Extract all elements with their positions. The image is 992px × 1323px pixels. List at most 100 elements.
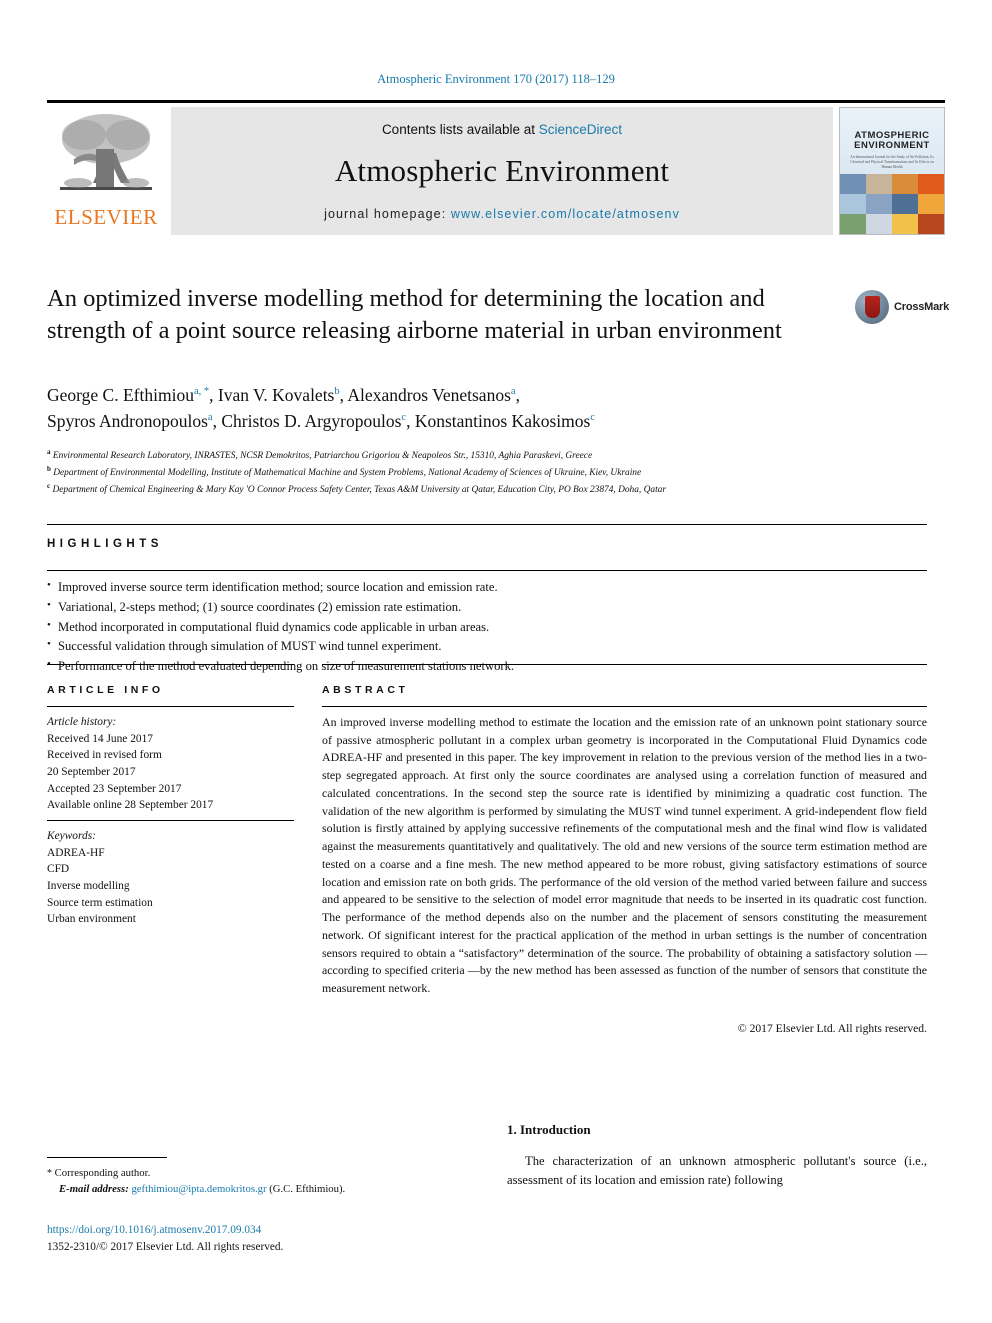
keywords-block: Keywords: ADREA-HF CFD Inverse modelling… (47, 828, 297, 928)
highlight-item: Successful validation through simulation… (47, 636, 927, 657)
keywords-top-rule (47, 820, 294, 821)
author-4: Spyros Andronopoulosa (47, 411, 213, 431)
author-6-marks[interactable]: c (590, 412, 595, 423)
abstract-copyright: © 2017 Elsevier Ltd. All rights reserved… (737, 1022, 927, 1035)
affiliation-b-text: Department of Environmental Modelling, I… (53, 467, 642, 478)
keywords-label: Keywords: (47, 830, 96, 842)
page-title: An optimized inverse modelling method fo… (47, 285, 782, 344)
author-3: Alexandros Venetsanosa (347, 385, 515, 405)
elsevier-wordmark: ELSEVIER (54, 205, 158, 229)
sciencedirect-link[interactable]: ScienceDirect (539, 122, 622, 137)
author-3-marks[interactable]: a (511, 386, 516, 397)
affiliation-b-mark: b (47, 464, 51, 473)
affiliation-a-text: Environmental Research Laboratory, INRAS… (52, 451, 593, 462)
author-2-marks[interactable]: b (334, 386, 339, 397)
author-5: Christos D. Argyropoulosc (221, 411, 406, 431)
email-link[interactable]: gefthimiou@ipta.demokritos.gr (131, 1183, 266, 1195)
cover-title: ATMOSPHERIC ENVIRONMENT (840, 129, 944, 152)
email-suffix: (G.C. Efthimiou). (269, 1183, 346, 1196)
homepage-url-link[interactable]: www.elsevier.com/locate/atmosenv (451, 207, 680, 221)
cover-subtitle: An International Journal for the Study o… (850, 154, 934, 170)
email-line: E-mail address: gefthimiou@ipta.demokrit… (47, 1181, 477, 1197)
author-6: Konstantinos Kakosimosc (415, 411, 595, 431)
author-6-name: Konstantinos Kakosimos (414, 411, 591, 432)
corresponding-author-footnote: * Corresponding author. E-mail address: … (47, 1165, 477, 1197)
author-1-name: George C. Efthimiou (47, 385, 194, 405)
corresponding-author-line: * Corresponding author. (47, 1165, 477, 1181)
journal-title: Atmospheric Environment (334, 152, 670, 188)
introduction-paragraph-text: The characterization of an unknown atmos… (507, 1154, 927, 1187)
introduction-paragraph: The characterization of an unknown atmos… (507, 1152, 927, 1190)
article-history-item: 20 September 2017 (47, 765, 136, 778)
abstract-top-rule (322, 664, 927, 665)
contents-available-line: Contents lists available at ScienceDirec… (382, 122, 622, 137)
highlights-heading: HIGHLIGHTS (47, 538, 163, 550)
affiliation-a-mark: a (47, 448, 51, 456)
paper-page: Atmospheric Environment 170 (2017) 118–1… (0, 0, 992, 1323)
contents-prefix: Contents lists available at (381, 121, 539, 137)
affiliation-a: a Environmental Research Laboratory, INR… (47, 447, 927, 464)
elsevier-logo: ELSEVIER (47, 107, 165, 235)
doi-link[interactable]: https://doi.org/10.1016/j.atmosenv.2017.… (47, 1222, 477, 1239)
affiliation-b: b Department of Environmental Modelling,… (47, 464, 927, 481)
author-4-marks[interactable]: a (208, 412, 213, 423)
email-label: E-mail address: (59, 1183, 129, 1196)
crossmark-icon (855, 290, 889, 324)
author-list: George C. Efthimioua, *, Ivan V. Kovalet… (47, 385, 595, 432)
doi-footer: https://doi.org/10.1016/j.atmosenv.2017.… (47, 1222, 477, 1256)
footnote-rule (47, 1157, 167, 1158)
crossmark-badge[interactable]: CrossMark (855, 287, 949, 327)
cover-title-line1: ATMOSPHERIC (854, 129, 930, 141)
running-head: Atmospheric Environment 170 (2017) 118–1… (377, 72, 615, 86)
author-1: George C. Efthimioua, * (47, 385, 209, 405)
keyword-item: Source term estimation (47, 896, 153, 909)
author-5-marks[interactable]: c (401, 412, 406, 423)
article-info-rule-2 (47, 706, 294, 707)
highlight-item: Variational, 2-steps method; (1) source … (47, 597, 927, 618)
cover-photo-grid (840, 173, 944, 234)
article-history: Article history: Received 14 June 2017 R… (47, 714, 297, 814)
corresponding-star: * (47, 1168, 52, 1179)
affiliation-c-mark: c (47, 481, 51, 490)
crossmark-label: CrossMark (894, 301, 950, 313)
article-history-label: Article history: (47, 716, 117, 728)
article-info-heading: ARTICLE INFO (47, 684, 164, 696)
homepage-prefix: journal homepage: (324, 206, 451, 221)
affiliation-list: a Environmental Research Laboratory, INR… (47, 447, 927, 497)
affiliation-c-text: Department of Chemical Engineering & Mar… (52, 484, 667, 495)
highlights-top-rule (47, 524, 927, 525)
keyword-item: Inverse modelling (47, 879, 130, 892)
journal-masthead: ELSEVIER Contents lists available at Sci… (47, 100, 945, 235)
issn-copyright-line: 1352-2310/© 2017 Elsevier Ltd. All right… (47, 1240, 284, 1253)
journal-cover-thumbnail: ATMOSPHERIC ENVIRONMENT An International… (839, 107, 945, 235)
article-history-item: Received in revised form (47, 749, 162, 762)
abstract-rule-2 (322, 706, 927, 707)
highlight-item: Improved inverse source term identificat… (47, 577, 927, 598)
article-title-block: An optimized inverse modelling method fo… (47, 283, 837, 347)
author-4-name: Spyros Andronopoulos (47, 411, 208, 432)
article-history-item: Accepted 23 September 2017 (47, 782, 182, 795)
highlights-mid-rule (47, 570, 927, 571)
crossmark-book-shape (864, 296, 880, 318)
keyword-item: CFD (47, 863, 70, 876)
journal-band: Contents lists available at ScienceDirec… (171, 107, 833, 235)
author-1-marks[interactable]: a, * (194, 386, 209, 397)
author-2-name: Ivan V. Kovalets (217, 385, 335, 405)
abstract-heading: ABSTRACT (322, 684, 409, 696)
keyword-item: Urban environment (47, 913, 136, 926)
article-info-top-rule (47, 664, 294, 665)
article-history-item: Available online 28 September 2017 (47, 799, 214, 812)
highlight-item: Performance of the method evaluated depe… (47, 656, 927, 677)
article-history-item: Received 14 June 2017 (47, 732, 153, 745)
highlight-item: Method incorporated in computational flu… (47, 617, 927, 638)
abstract-text: An improved inverse modelling method to … (322, 715, 927, 996)
elsevier-tree-icon (54, 109, 158, 205)
cover-title-line2: ENVIRONMENT (854, 140, 930, 152)
keyword-item: ADREA-HF (47, 846, 105, 859)
author-2: Ivan V. Kovaletsb (218, 385, 340, 405)
affiliation-c: c Department of Chemical Engineering & M… (47, 481, 927, 498)
highlights-list: Improved inverse source term identificat… (47, 577, 927, 677)
author-3-name: Alexandros Venetsanos (347, 385, 511, 405)
corresponding-author-label: Corresponding author. (54, 1167, 151, 1179)
section-heading-introduction: 1. Introduction (507, 1122, 591, 1137)
